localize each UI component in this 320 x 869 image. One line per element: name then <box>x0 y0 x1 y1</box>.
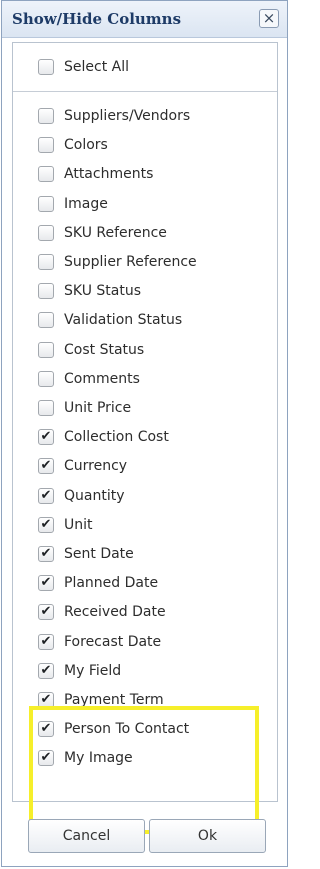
close-button[interactable]: × <box>259 9 279 28</box>
column-label: Suppliers/Vendors <box>64 108 191 124</box>
column-label: Validation Status <box>64 312 183 329</box>
column-checkbox-row[interactable]: Supplier Reference <box>38 251 197 273</box>
checkbox[interactable] <box>38 224 54 241</box>
checked-checkbox[interactable]: ✔ <box>38 604 54 621</box>
column-checkbox-row[interactable]: SKU Reference <box>38 222 167 244</box>
checked-checkbox[interactable]: ✔ <box>38 633 54 650</box>
checkbox[interactable] <box>38 312 54 329</box>
column-label: Quantity <box>64 487 125 504</box>
select-all-label: Select All <box>64 59 129 75</box>
column-checkbox-row[interactable]: ✔ Collection Cost <box>38 426 169 448</box>
checkmark-icon: ✔ <box>40 633 52 649</box>
checked-checkbox[interactable]: ✔ <box>38 516 54 533</box>
checked-checkbox[interactable]: ✔ <box>38 662 54 679</box>
column-checkbox-row[interactable]: ✔ Sent Date <box>38 543 134 565</box>
column-label: Attachments <box>64 166 154 183</box>
column-checkbox-row[interactable]: ✔ Unit <box>38 514 93 536</box>
checkmark-icon: ✔ <box>40 429 52 445</box>
column-checkbox-row[interactable]: Cost Status <box>38 339 144 361</box>
column-label: Collection Cost <box>64 429 169 446</box>
checked-checkbox[interactable]: ✔ <box>38 575 54 592</box>
checked-checkbox[interactable]: ✔ <box>38 546 54 562</box>
checkmark-icon: ✔ <box>40 458 52 474</box>
dialog-title: Show/Hide Columns <box>12 10 182 28</box>
checkmark-icon: ✔ <box>40 692 52 707</box>
checkbox[interactable] <box>38 370 54 387</box>
checkmark-icon: ✔ <box>40 604 52 620</box>
column-checkbox-row[interactable]: Colors <box>38 134 108 156</box>
column-checkbox-row[interactable]: Image <box>38 193 108 215</box>
column-checkbox-row[interactable]: Suppliers/Vendors <box>38 105 190 127</box>
column-label: Person To Contact <box>64 721 190 738</box>
column-label: My Field <box>64 662 122 679</box>
column-checkbox-row[interactable]: Attachments <box>38 163 153 185</box>
cancel-button[interactable]: Cancel <box>28 819 145 853</box>
checked-checkbox[interactable]: ✔ <box>38 429 54 446</box>
close-icon: × <box>262 9 276 27</box>
column-checkbox-row[interactable]: SKU Status <box>38 280 141 302</box>
column-checkbox-row[interactable]: ✔ My Field <box>38 660 121 682</box>
column-label: Planned Date <box>64 575 159 592</box>
checkbox[interactable] <box>38 254 54 270</box>
column-checkbox-row[interactable]: ✔ Quantity <box>38 485 125 507</box>
checkbox[interactable] <box>38 137 54 154</box>
column-label: Received Date <box>64 604 166 621</box>
select-all-section: Select All <box>13 43 277 92</box>
column-checkbox-row[interactable]: Comments <box>38 368 140 390</box>
checkmark-icon: ✔ <box>40 721 52 737</box>
column-checkbox-row[interactable]: ✔ Received Date <box>38 601 166 623</box>
column-label: Cost Status <box>64 341 145 358</box>
checked-checkbox[interactable]: ✔ <box>38 487 54 504</box>
checkbox[interactable] <box>38 166 54 183</box>
checkbox[interactable] <box>38 108 54 124</box>
dialog-titlebar: Show/Hide Columns × <box>2 1 287 38</box>
checkbox[interactable] <box>38 341 54 358</box>
checked-checkbox[interactable]: ✔ <box>38 458 54 475</box>
column-checkbox-row[interactable]: ✔ Person To Contact <box>38 718 189 740</box>
column-label: Image <box>64 195 108 212</box>
column-checkbox-row[interactable]: ✔ Payment Term <box>38 689 164 711</box>
column-checkbox-row[interactable]: ✔ Forecast Date <box>38 631 161 653</box>
column-label: Payment Term <box>64 692 164 708</box>
column-checkbox-row[interactable]: ✔ Currency <box>38 455 127 477</box>
columns-panel: Select All Suppliers/Vendors Colors Attach… <box>12 42 278 834</box>
column-label: Supplier Reference <box>64 254 197 270</box>
column-label: Colors <box>64 137 108 154</box>
column-label: Currency <box>64 458 128 475</box>
checkbox[interactable] <box>38 283 54 300</box>
column-label: Unit Price <box>64 400 132 416</box>
checkmark-icon: ✔ <box>40 487 52 503</box>
column-label: Forecast Date <box>64 633 162 650</box>
column-checkbox-row[interactable]: ✔ Planned Date <box>38 572 158 594</box>
checkmark-icon: ✔ <box>40 546 52 561</box>
column-label: Comments <box>64 370 140 387</box>
checkmark-icon: ✔ <box>40 575 52 591</box>
ok-button[interactable]: Ok <box>149 819 266 853</box>
checked-checkbox[interactable]: ✔ <box>38 692 54 708</box>
show-hide-columns-dialog: Show/Hide Columns × Select All Suppliers… <box>1 0 288 867</box>
column-label: SKU Status <box>64 283 141 300</box>
checkmark-icon: ✔ <box>40 750 52 766</box>
column-label: Unit <box>64 516 93 533</box>
checkmark-icon: ✔ <box>40 516 52 532</box>
checked-checkbox[interactable]: ✔ <box>38 750 54 767</box>
checkmark-icon: ✔ <box>40 662 52 678</box>
checkbox[interactable] <box>38 59 54 75</box>
column-checkbox-row[interactable]: ✔ My Image <box>38 747 133 769</box>
column-checkbox-row[interactable]: Validation Status <box>38 309 182 331</box>
dialog-footer: Cancel Ok <box>2 809 287 867</box>
checkbox[interactable] <box>38 400 54 416</box>
column-checkbox-row[interactable]: Unit Price <box>38 397 131 419</box>
select-all-checkbox-row[interactable]: Select All <box>38 56 129 78</box>
checkbox[interactable] <box>38 195 54 212</box>
column-label: Sent Date <box>64 546 134 562</box>
column-label: SKU Reference <box>64 224 167 241</box>
column-label: My Image <box>64 750 133 767</box>
checked-checkbox[interactable]: ✔ <box>38 721 54 738</box>
